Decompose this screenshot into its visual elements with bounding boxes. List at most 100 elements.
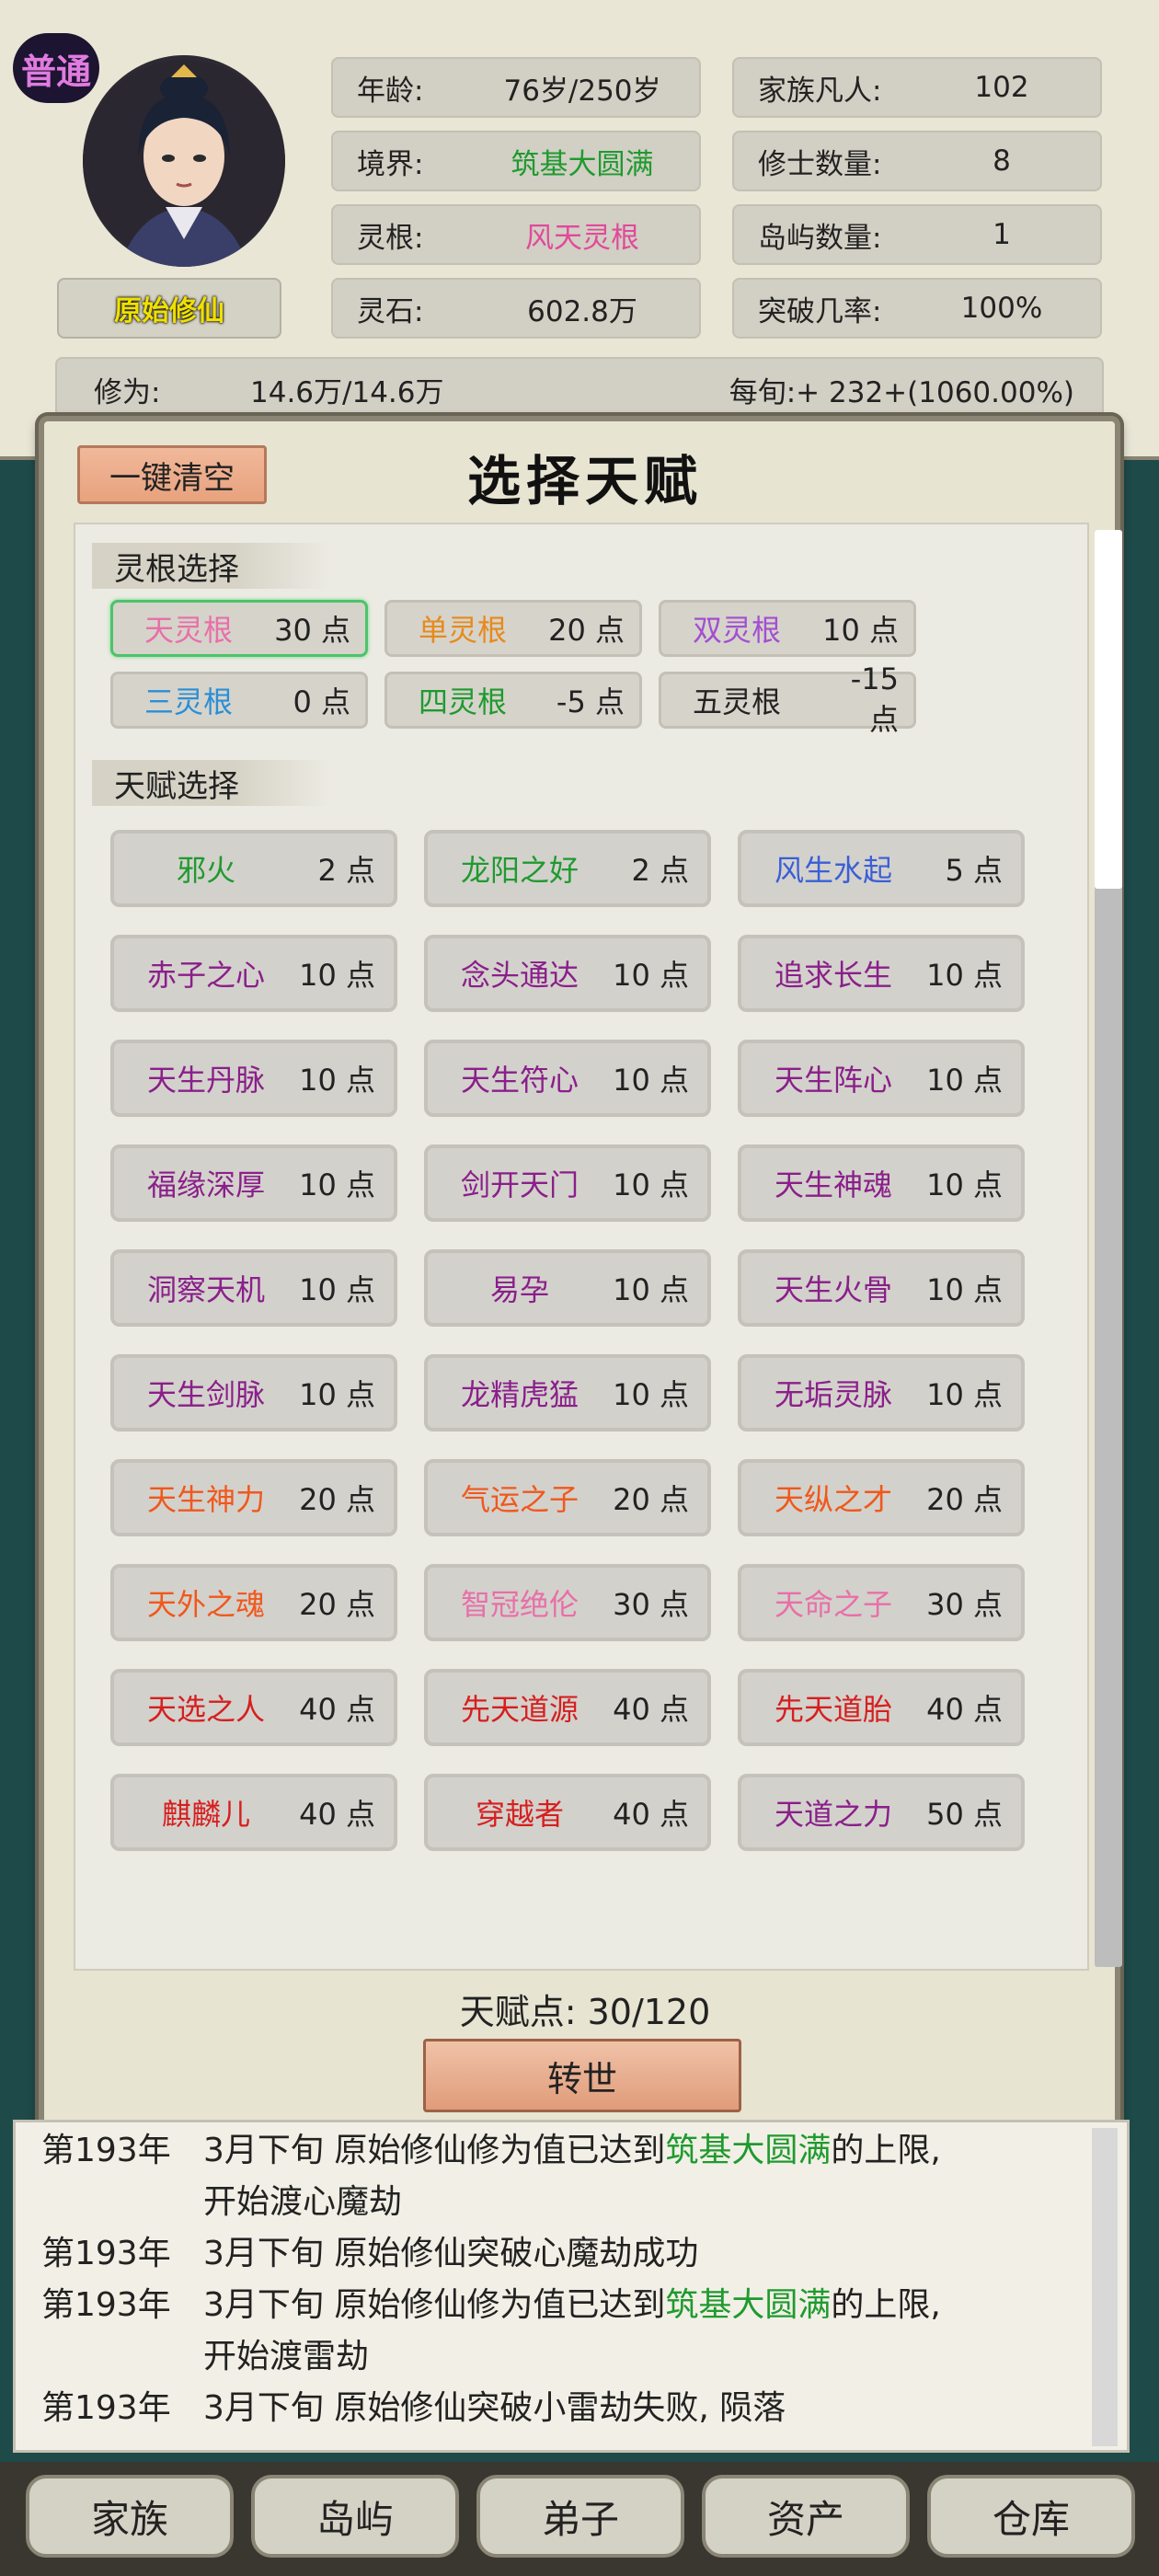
avatar-portrait-icon (83, 60, 285, 267)
talent-name: 易孕 (489, 1272, 549, 1307)
talent-option[interactable]: 天生剑脉 10 点 (110, 1354, 397, 1432)
talent-option[interactable]: 天道之力 50 点 (738, 1774, 1025, 1851)
bottom-nav: 家族 岛屿 弟子 资产 仓库 (0, 2462, 1159, 2576)
talent-name: 天生火骨 (774, 1272, 892, 1307)
talent-name: 风生水起 (774, 853, 892, 888)
talent-option[interactable]: 天选之人 40 点 (110, 1669, 397, 1746)
nav-button[interactable]: 岛屿 (251, 2475, 459, 2558)
talent-points: 40 点 (299, 1692, 375, 1727)
talent-points: 40 点 (613, 1797, 689, 1832)
nav-button[interactable]: 弟子 (476, 2475, 684, 2558)
nav-button[interactable]: 资产 (702, 2475, 910, 2558)
talent-option[interactable]: 天生神魂 10 点 (738, 1144, 1025, 1222)
talent-option[interactable]: 先天道胎 40 点 (738, 1669, 1025, 1746)
cultivation-label: 修为: (94, 375, 161, 409)
spirit-root-section-label: 灵根选择 (92, 543, 331, 589)
talent-option[interactable]: 天生神力 20 点 (110, 1459, 397, 1536)
spirit-root-option[interactable]: 三灵根 0 点 (110, 672, 368, 729)
log-text: 开始渡心魔劫 (203, 2183, 403, 2221)
talent-option[interactable]: 天生符心 10 点 (424, 1040, 711, 1117)
log-text: 3月下旬 原始修仙突破心魔劫成功 (203, 2235, 699, 2272)
log-line: 第193年 3月下旬 原始修仙突破小雷劫失败, 陨落 (41, 2384, 786, 2433)
talent-option[interactable]: 龙精虎猛 10 点 (424, 1354, 711, 1432)
talent-option[interactable]: 念头通达 10 点 (424, 935, 711, 1012)
spirit-root-points: -5 点 (556, 684, 625, 719)
talent-option[interactable]: 洞察天机 10 点 (110, 1249, 397, 1327)
talent-option[interactable]: 麒麟儿 40 点 (110, 1774, 397, 1851)
spirit-root-option[interactable]: 天灵根 30 点 (110, 600, 368, 657)
talent-name: 天生剑脉 (146, 1377, 265, 1412)
clear-all-button[interactable]: 一键清空 (77, 445, 267, 504)
talent-option[interactable]: 追求长生 10 点 (738, 935, 1025, 1012)
talent-name: 赤子之心 (146, 958, 265, 993)
spirit-root-option[interactable]: 单灵根 20 点 (384, 600, 642, 657)
log-scrollbar[interactable] (1092, 2128, 1118, 2446)
spirit-root-option[interactable]: 五灵根 -15 点 (659, 661, 916, 737)
talent-option[interactable]: 邪火 2 点 (110, 830, 397, 907)
talent-points: 20 点 (613, 1482, 689, 1517)
log-text: 3月下旬 原始修仙突破小雷劫失败, 陨落 (203, 2389, 786, 2427)
talent-option[interactable]: 天外之魂 20 点 (110, 1564, 397, 1641)
talent-name: 天纵之才 (774, 1482, 892, 1517)
talent-points: 10 点 (299, 1167, 375, 1202)
talent-name: 天选之人 (146, 1692, 265, 1727)
talent-points: 10 点 (299, 1377, 375, 1412)
talent-list-area[interactable]: 灵根选择 天灵根 30 点单灵根 20 点双灵根 10 点三灵根 0 点四灵根 -5 点五… (74, 523, 1122, 1971)
talent-option[interactable]: 智冠绝伦 30 点 (424, 1564, 711, 1641)
cultivation-per-period: 每旬:+ 232+(1060.00%) (729, 375, 1074, 409)
spirit-root-name: 单灵根 (419, 613, 508, 648)
talent-points: 40 点 (299, 1797, 375, 1832)
talent-points: 20 点 (299, 1482, 375, 1517)
talent-name: 追求长生 (774, 958, 892, 993)
talent-name: 天道之力 (774, 1797, 892, 1832)
log-realm-highlight: 筑基大圆满 (665, 2132, 832, 2169)
log-year: 第193年 (41, 2132, 171, 2169)
scrollbar-thumb[interactable] (1095, 530, 1122, 889)
rebirth-button[interactable]: 转世 (423, 2039, 741, 2112)
nav-button[interactable]: 仓库 (927, 2475, 1135, 2558)
event-log[interactable]: 第193年 3月下旬 原始修仙修为值已达到筑基大圆满的上限, 开始渡心魔劫 第193年… (13, 2120, 1130, 2453)
talent-option[interactable]: 风生水起 5 点 (738, 830, 1025, 907)
talent-option[interactable]: 天纵之才 20 点 (738, 1459, 1025, 1536)
talent-points: 10 点 (926, 1063, 1003, 1098)
spirit-root-option[interactable]: 四灵根 -5 点 (384, 672, 642, 729)
log-line: 第193年 3月下旬 原始修仙突破心魔劫成功 (41, 2229, 698, 2279)
talent-points: 20 点 (299, 1587, 375, 1622)
talent-option[interactable]: 赤子之心 10 点 (110, 935, 397, 1012)
talent-name: 气运之子 (460, 1482, 579, 1517)
talent-option[interactable]: 易孕 10 点 (424, 1249, 711, 1327)
talent-name: 剑开天门 (460, 1167, 579, 1202)
talent-option[interactable]: 剑开天门 10 点 (424, 1144, 711, 1222)
spirit-root-name: 双灵根 (693, 613, 782, 648)
stat-realm: 境界: 筑基大圆满 (331, 131, 701, 191)
talent-name: 无垢灵脉 (774, 1377, 892, 1412)
cultivation-bar: 修为: 14.6万/14.6万 每旬:+ 232+(1060.00%) (55, 357, 1104, 421)
talent-option[interactable]: 天生阵心 10 点 (738, 1040, 1025, 1117)
talent-option[interactable]: 天生火骨 10 点 (738, 1249, 1025, 1327)
talent-name: 龙精虎猛 (460, 1377, 579, 1412)
nav-button[interactable]: 家族 (26, 2475, 234, 2558)
talent-points: 10 点 (613, 958, 689, 993)
talent-option[interactable]: 穿越者 40 点 (424, 1774, 711, 1851)
talent-option[interactable]: 气运之子 20 点 (424, 1459, 711, 1536)
talent-option[interactable]: 无垢灵脉 10 点 (738, 1354, 1025, 1432)
talent-option[interactable]: 先天道源 40 点 (424, 1669, 711, 1746)
talent-option[interactable]: 福缘深厚 10 点 (110, 1144, 397, 1222)
character-avatar[interactable] (83, 55, 285, 267)
talent-option[interactable]: 龙阳之好 2 点 (424, 830, 711, 907)
talent-option[interactable]: 天生丹脉 10 点 (110, 1040, 397, 1117)
talent-points: 10 点 (299, 1063, 375, 1098)
log-year: 第193年 (41, 2235, 171, 2272)
talent-name: 洞察天机 (146, 1272, 265, 1307)
spirit-root-name: 天灵根 (144, 613, 234, 648)
talent-points: 10 点 (299, 958, 375, 993)
spirit-root-option[interactable]: 双灵根 10 点 (659, 600, 916, 657)
talent-selection-panel: 选择天赋 一键清空 灵根选择 天灵根 30 点单灵根 20 点双灵根 10 点三灵根 0… (39, 416, 1122, 2142)
talent-name: 麒麟儿 (161, 1797, 250, 1832)
talent-points: 10 点 (613, 1063, 689, 1098)
rank-badge: 普通 (13, 33, 99, 103)
talent-option[interactable]: 天命之子 30 点 (738, 1564, 1025, 1641)
talent-points: 10 点 (926, 1377, 1003, 1412)
stat-spirit-stones: 灵石: 602.8万 (331, 278, 701, 339)
spirit-root-points: 30 点 (274, 613, 350, 648)
